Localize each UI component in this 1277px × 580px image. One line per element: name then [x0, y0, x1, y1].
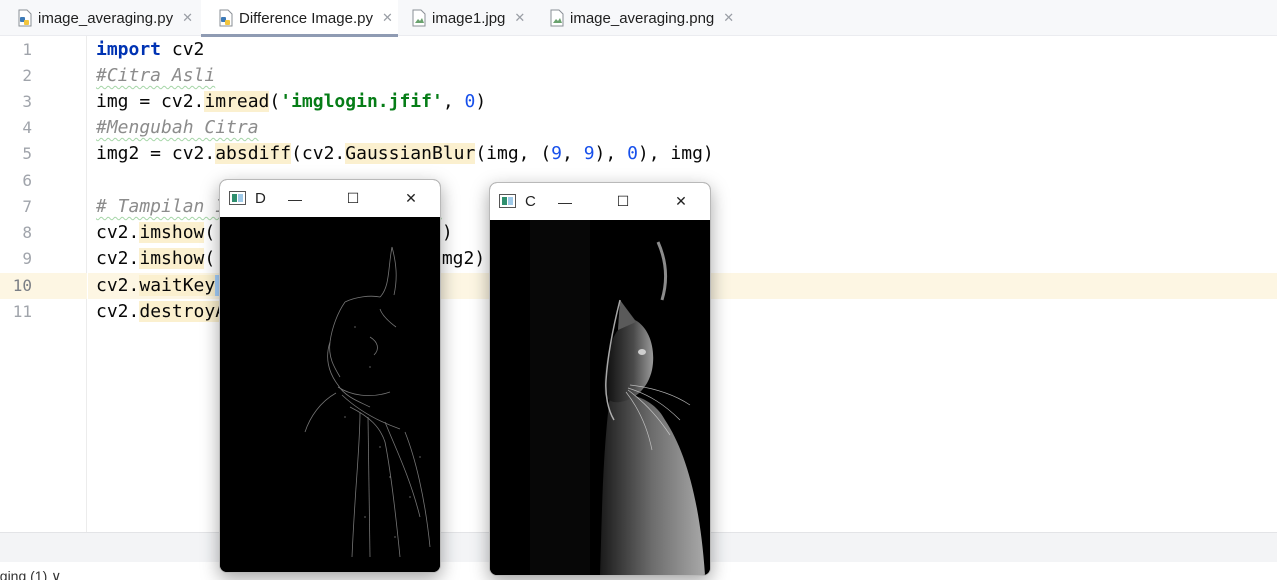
code-token: img2 = cv2. [96, 143, 216, 164]
code-token: cv2 [161, 39, 205, 60]
function-token: waitKey [139, 275, 216, 296]
code-line-11: cv2.destroyA [96, 299, 227, 325]
maximize-button[interactable]: ☐ [324, 180, 382, 217]
difference-image-canvas [220, 217, 440, 572]
number-token: 9 [583, 143, 595, 164]
comment-token: # Tampilan I [96, 196, 227, 217]
line-number: 7 [22, 197, 32, 216]
window-title: C [525, 193, 536, 210]
opencv-window-difference[interactable]: D — ☐ ✕ [219, 179, 441, 573]
tab-label: image_averaging.png [570, 9, 715, 27]
line-number: 8 [22, 223, 32, 242]
code-line-3: img = cv2.imread('imglogin.jfif', 0) [96, 89, 486, 115]
line-number-gutter[interactable]: 1 2 3 4 5 6 7 8 9 10 11 [0, 36, 87, 532]
code-line-2: #Citra Asli [96, 63, 215, 89]
line-number: 6 [22, 171, 32, 190]
close-icon[interactable]: ✕ [514, 10, 525, 26]
tab-label: image1.jpg [432, 9, 506, 27]
code-line-8: cv2.imshow( [96, 220, 215, 246]
keyword-token: import [96, 39, 162, 60]
code-token: img = cv2. [96, 91, 205, 112]
tab-label: image_averaging.py [38, 9, 174, 27]
line-number: 9 [22, 249, 32, 268]
code-token: (cv2. [291, 143, 346, 164]
close-icon[interactable]: ✕ [723, 10, 734, 26]
opencv-app-icon [229, 191, 246, 205]
opencv-app-icon [499, 194, 516, 208]
code-token: ( [204, 222, 216, 243]
code-line-4: #Mengubah Citra [96, 115, 259, 141]
code-token: ), img) [637, 143, 714, 164]
difference-image [220, 217, 440, 572]
line-number: 2 [22, 66, 32, 85]
minimize-button[interactable]: — [266, 180, 324, 217]
image-file-icon [549, 9, 565, 27]
comment-token: #Citra Asli [96, 65, 216, 86]
code-token: ), [594, 143, 628, 164]
code-token: cv2. [96, 248, 140, 269]
code-line-1: import cv2 [96, 37, 204, 63]
editor-tab-bar: image_averaging.py ✕ Difference Image.py… [0, 0, 1277, 37]
tab-difference-image-py[interactable]: Difference Image.py ✕ [201, 0, 398, 37]
code-token: , [562, 143, 584, 164]
number-token: 0 [627, 143, 638, 164]
window-titlebar[interactable]: C — ☐ ✕ [490, 183, 710, 220]
close-button[interactable]: ✕ [652, 183, 710, 220]
close-icon[interactable]: ✕ [382, 10, 393, 26]
string-token: 'imglogin.jfif' [280, 91, 443, 112]
code-token: cv2. [96, 275, 140, 296]
close-icon[interactable]: ✕ [182, 10, 193, 26]
code-token: ) [475, 91, 487, 112]
code-token: (img, ( [475, 143, 552, 164]
opencv-window-original[interactable]: C — ☐ ✕ [489, 182, 711, 576]
function-token: imshow [139, 222, 205, 243]
minimize-button[interactable]: — [536, 183, 594, 220]
function-token: imshow [139, 248, 205, 269]
python-file-icon [17, 9, 33, 27]
code-token: , [442, 91, 465, 112]
run-tab-label: aging (1) ∨ [0, 568, 62, 580]
comment-token: #Mengubah Citra [96, 117, 259, 138]
function-token: GaussianBlur [345, 143, 476, 164]
window-titlebar[interactable]: D — ☐ ✕ [220, 180, 440, 217]
code-token: cv2. [96, 301, 140, 322]
original-cat-image [490, 220, 710, 575]
window-title: D [255, 190, 266, 207]
code-line-9: cv2.imshow( [96, 246, 215, 272]
line-number: 4 [22, 118, 32, 137]
code-line-10: cv2.waitKey [96, 273, 227, 299]
number-token: 0 [464, 91, 476, 112]
code-line-5: img2 = cv2.absdiff(cv2.GaussianBlur(img,… [96, 141, 714, 167]
python-file-icon [218, 9, 234, 27]
code-token: cv2. [96, 222, 140, 243]
line-number: 11 [12, 302, 32, 321]
tab-image1-jpg[interactable]: image1.jpg ✕ [394, 0, 538, 36]
line-number-current: 10 [12, 276, 32, 295]
line-number: 5 [22, 144, 32, 163]
original-image-canvas [490, 220, 710, 575]
tab-image-averaging-png[interactable]: image_averaging.png ✕ [532, 0, 752, 36]
function-token: absdiff [215, 143, 292, 164]
line-number: 3 [22, 92, 32, 111]
image-file-icon [411, 9, 427, 27]
line-number: 1 [22, 40, 32, 59]
code-token: ( [269, 91, 281, 112]
tab-label: Difference Image.py [239, 9, 373, 27]
close-button[interactable]: ✕ [382, 180, 440, 217]
code-line-7: # Tampilan I [96, 194, 226, 220]
number-token: 9 [551, 143, 563, 164]
maximize-button[interactable]: ☐ [594, 183, 652, 220]
tab-image-averaging-py[interactable]: image_averaging.py ✕ [0, 0, 200, 36]
code-token: ( [204, 248, 216, 269]
function-token: destroyA [139, 301, 227, 322]
function-token: imread [204, 91, 270, 112]
